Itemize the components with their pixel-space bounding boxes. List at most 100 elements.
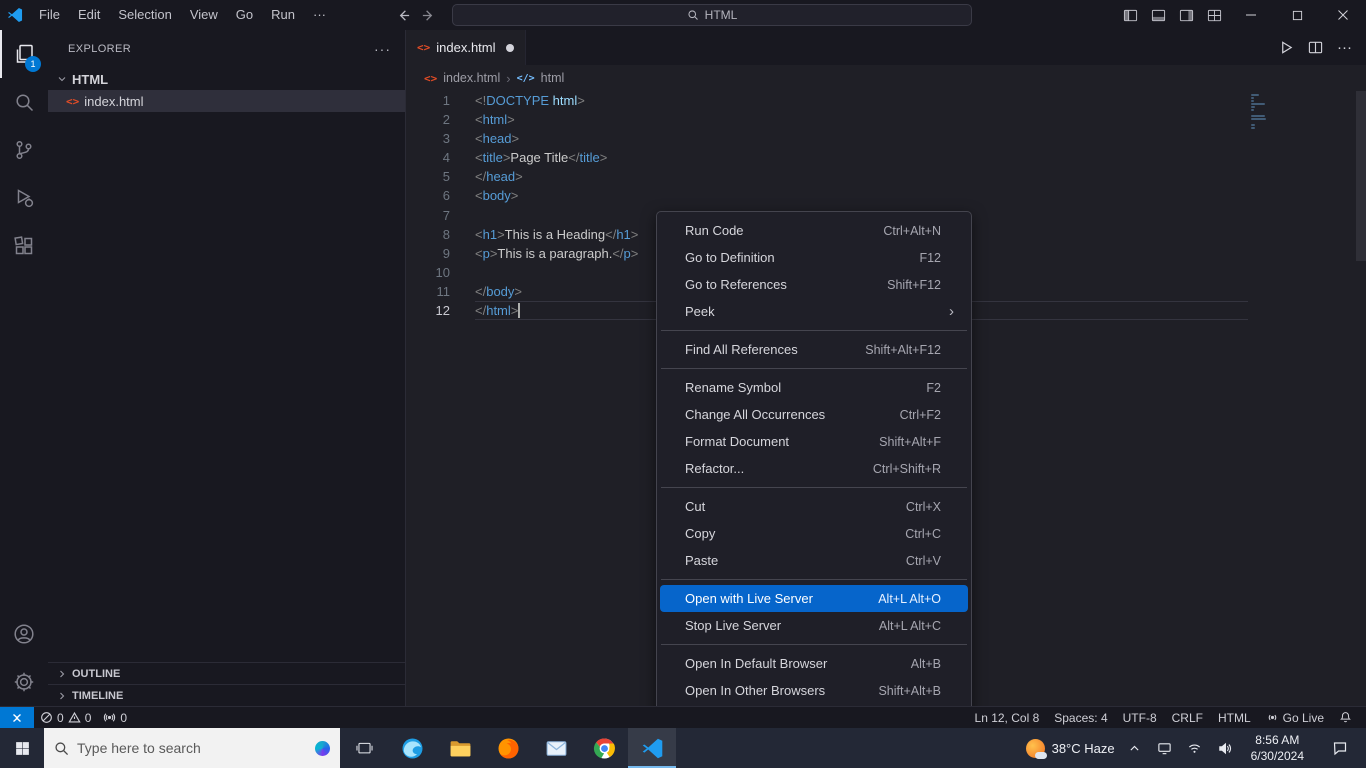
eol-sequence[interactable]: CRLF — [1166, 711, 1209, 725]
submenu-arrow-icon: › — [949, 303, 954, 320]
settings-gear-icon[interactable] — [0, 658, 48, 706]
network-tray-icon[interactable] — [1185, 741, 1205, 756]
more-actions-icon[interactable]: ··· — [1337, 39, 1352, 56]
accounts-icon[interactable] — [0, 610, 48, 658]
taskbar-clock[interactable]: 8:56 AM 6/30/2024 — [1245, 732, 1310, 764]
cursor-position[interactable]: Ln 12, Col 8 — [969, 711, 1046, 725]
toggle-panel-icon[interactable] — [1144, 0, 1172, 30]
breadcrumb-symbol[interactable]: html — [541, 71, 565, 85]
line-number: 6 — [442, 188, 450, 204]
taskbar-app-mail[interactable] — [532, 728, 580, 768]
code-token: > — [599, 150, 608, 166]
tab-index-html[interactable]: <> index.html — [406, 30, 526, 65]
ports-indicator[interactable]: 0 — [97, 707, 133, 728]
code-token: html — [549, 93, 578, 108]
language-mode[interactable]: HTML — [1212, 711, 1257, 725]
maximize-button[interactable] — [1274, 0, 1320, 30]
minimap[interactable] — [1248, 93, 1356, 130]
minimize-button[interactable] — [1228, 0, 1274, 30]
outline-section[interactable]: OUTLINE — [48, 662, 405, 684]
search-sidebar-icon[interactable] — [0, 78, 48, 126]
code-token: title — [482, 150, 503, 166]
search-highlight-icon[interactable] — [315, 740, 330, 756]
weather-widget[interactable]: 38°C Haze — [1025, 738, 1115, 759]
menubar-item-selection[interactable]: Selection — [109, 0, 180, 30]
file-row-index-html[interactable]: <> index.html — [48, 90, 405, 112]
run-debug-icon[interactable] — [0, 174, 48, 222]
statusbar-right: Ln 12, Col 8 Spaces: 4 UTF-8 CRLF HTML G… — [969, 711, 1366, 725]
extensions-icon[interactable] — [0, 222, 48, 270]
menubar-item-run[interactable]: Run — [262, 0, 304, 30]
remote-indicator[interactable] — [0, 707, 34, 728]
menubar-item-view[interactable]: View — [181, 0, 227, 30]
menu-item-find-all-references[interactable]: Find All References Shift+Alt+F12 — [660, 336, 968, 363]
encoding[interactable]: UTF-8 — [1117, 711, 1163, 725]
menu-item-stop-live-server[interactable]: Stop Live Server Alt+L Alt+C — [660, 612, 968, 639]
menubar-item-item[interactable]: ··· — [304, 0, 335, 30]
breadcrumb-file[interactable]: index.html — [443, 71, 500, 85]
menu-item-go-to-references[interactable]: Go to References Shift+F12 — [660, 271, 968, 298]
taskbar-app-vscode[interactable] — [628, 728, 676, 768]
taskbar-app-chrome[interactable] — [580, 728, 628, 768]
menu-item-open-in-other-browsers[interactable]: Open In Other Browsers Shift+Alt+B — [660, 677, 968, 704]
run-code-icon[interactable] — [1279, 40, 1294, 55]
line-number: 8 — [442, 226, 450, 242]
task-view-icon[interactable] — [340, 728, 388, 768]
close-button[interactable] — [1320, 0, 1366, 30]
menu-item-copy[interactable]: Copy Ctrl+C — [660, 520, 968, 547]
html-file-icon: <> — [66, 94, 80, 108]
code-token: body — [482, 188, 511, 204]
action-center-icon[interactable] — [1320, 740, 1360, 756]
timeline-section[interactable]: TIMELINE — [48, 684, 405, 706]
code-line: <head> — [475, 129, 1248, 148]
taskbar-app-edge[interactable] — [388, 728, 436, 768]
menu-item-peek[interactable]: Peek › — [660, 298, 968, 325]
notifications-bell-icon[interactable] — [1333, 711, 1358, 724]
explorer-icon[interactable]: 1 — [0, 30, 48, 78]
problems-indicator[interactable]: 0 0 — [34, 707, 97, 728]
workspace-folder-label: HTML — [72, 71, 109, 87]
code-token: html — [486, 303, 511, 319]
code-token: < — [475, 112, 483, 128]
menu-separator — [661, 487, 967, 488]
back-arrow-icon[interactable] — [396, 8, 411, 23]
hidden-icons-chevron-icon[interactable] — [1125, 742, 1145, 755]
taskbar-search-input[interactable]: Type here to search — [44, 728, 340, 768]
menu-item-shortcut: Ctrl+F2 — [899, 407, 941, 422]
menu-item-change-all-occurrences[interactable]: Change All Occurrences Ctrl+F2 — [660, 401, 968, 428]
menu-item-refactor[interactable]: Refactor... Ctrl+Shift+R — [660, 455, 968, 482]
menu-item-open-in-default-browser[interactable]: Open In Default Browser Alt+B — [660, 650, 968, 677]
toggle-secondary-sidebar-icon[interactable] — [1172, 0, 1200, 30]
menu-item-rename-symbol[interactable]: Rename Symbol F2 — [660, 374, 968, 401]
indentation[interactable]: Spaces: 4 — [1048, 711, 1113, 725]
split-editor-icon[interactable] — [1308, 40, 1323, 55]
code-token: < — [475, 226, 483, 242]
volume-tray-icon[interactable] — [1215, 741, 1235, 756]
menu-item-run-code[interactable]: Run Code Ctrl+Alt+N — [660, 217, 968, 244]
source-control-icon[interactable] — [0, 126, 48, 174]
go-live-button[interactable]: Go Live — [1260, 711, 1330, 725]
menubar-item-file[interactable]: File — [30, 0, 69, 30]
customize-layout-icon[interactable] — [1200, 0, 1228, 30]
taskbar-app-firefox[interactable] — [484, 728, 532, 768]
toggle-sidebar-icon[interactable] — [1116, 0, 1144, 30]
menu-item-open-with-live-server[interactable]: Open with Live Server Alt+L Alt+O — [660, 585, 968, 612]
taskbar-app-file-explorer[interactable] — [436, 728, 484, 768]
command-center-search[interactable]: HTML — [452, 4, 972, 26]
forward-arrow-icon[interactable] — [421, 8, 436, 23]
menubar-item-go[interactable]: Go — [227, 0, 262, 30]
menu-item-cut[interactable]: Cut Ctrl+X — [660, 493, 968, 520]
search-box-value: HTML — [704, 8, 738, 22]
modified-dot-icon[interactable] — [505, 43, 514, 52]
menu-item-format-document[interactable]: Format Document Shift+Alt+F — [660, 428, 968, 455]
start-button[interactable] — [0, 728, 44, 768]
menu-item-paste[interactable]: Paste Ctrl+V — [660, 547, 968, 574]
sidebar-more-actions-icon[interactable]: ··· — [374, 41, 391, 57]
menubar-item-edit[interactable]: Edit — [69, 0, 109, 30]
menu-item-shortcut: Shift+F12 — [887, 277, 941, 292]
vscode-window: File Edit Selection View Go Run ··· HTML 1 — [0, 0, 1366, 768]
display-tray-icon[interactable] — [1155, 741, 1175, 756]
menu-item-go-to-definition[interactable]: Go to Definition F12 — [660, 244, 968, 271]
scrollbar[interactable] — [1356, 91, 1366, 261]
workspace-folder-row[interactable]: HTML — [48, 68, 405, 90]
